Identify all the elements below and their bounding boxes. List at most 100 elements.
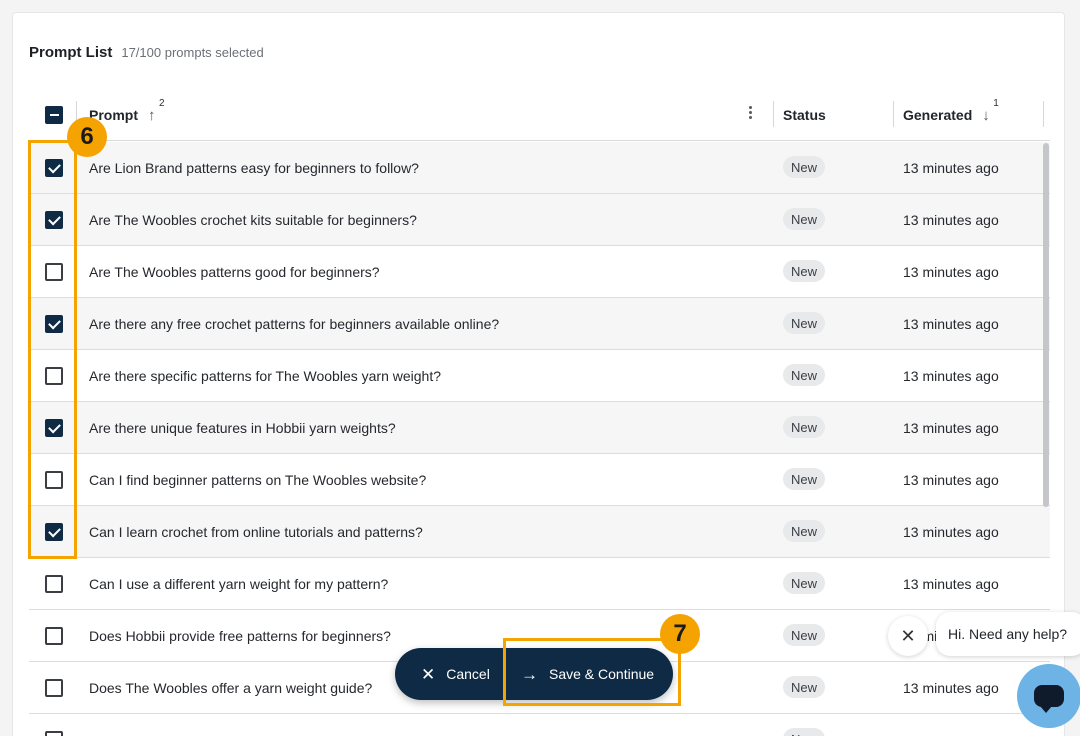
prompt-text: Are there any free crochet patterns for … — [89, 316, 500, 332]
table-row[interactable]: Can I find beginner patterns on The Woob… — [29, 454, 1050, 506]
prompt-text: Can I learn crochet from online tutorial… — [89, 524, 423, 540]
table-row[interactable]: Are there any free crochet patterns for … — [29, 298, 1050, 350]
prompt-text: Can I use a different yarn weight for my… — [89, 576, 389, 592]
column-divider[interactable] — [893, 101, 894, 127]
close-icon: ✕ — [900, 625, 916, 646]
row-checkbox-cell — [45, 627, 63, 645]
arrow-right-icon: → — [521, 664, 538, 684]
generated-time: 13 minutes ago — [903, 680, 999, 696]
row-checkbox[interactable] — [45, 315, 63, 333]
row-checkbox[interactable] — [45, 731, 63, 736]
column-header-status[interactable]: Status — [783, 89, 826, 141]
column-label-status: Status — [783, 107, 826, 123]
row-checkbox[interactable] — [45, 523, 63, 541]
list-header: Prompt List 17/100 prompts selected — [29, 44, 264, 61]
status-badge: New — [783, 676, 826, 698]
row-checkbox-cell — [45, 575, 63, 593]
row-checkbox-cell — [45, 367, 63, 385]
table-row[interactable]: Are The Woobles patterns good for beginn… — [29, 246, 1050, 298]
chat-dismiss-button[interactable]: ✕ — [888, 616, 928, 656]
status-badge: New — [783, 624, 826, 646]
prompt-text: Are The Woobles crochet kits suitable fo… — [89, 212, 417, 228]
selected-count: 17/100 prompts selected — [121, 45, 264, 60]
status-badge: New — [783, 468, 826, 490]
step-6-marker: 6 — [67, 117, 107, 157]
prompt-text: Are there specific patterns for The Woob… — [89, 368, 441, 384]
generated-time: 13 minutes ago — [903, 576, 999, 592]
table-row[interactable]: Are there unique features in Hobbii yarn… — [29, 402, 1050, 454]
column-menu-icon[interactable] — [749, 106, 753, 119]
generated-time: 13 minutes ago — [903, 264, 999, 280]
status-badge: New — [783, 728, 826, 736]
column-divider[interactable] — [1043, 101, 1044, 127]
save-continue-button[interactable]: → Save & Continue — [507, 648, 654, 700]
table-row[interactable]: New — [29, 714, 1050, 736]
row-checkbox-cell — [45, 315, 63, 333]
row-checkbox[interactable] — [45, 419, 63, 437]
prompt-text: Are The Woobles patterns good for beginn… — [89, 264, 380, 280]
chat-bubble-icon — [1034, 685, 1064, 713]
table-header: Prompt ↑ 2 Status Generated ↓ 1 — [29, 89, 1050, 141]
generated-time: 13 minutes ago — [903, 368, 999, 384]
row-checkbox[interactable] — [45, 575, 63, 593]
status-badge: New — [783, 312, 826, 334]
generated-time: 13 minutes ago — [903, 316, 999, 332]
row-checkbox-cell — [45, 523, 63, 541]
column-divider[interactable] — [773, 101, 774, 127]
table-row[interactable]: Are Lion Brand patterns easy for beginne… — [29, 142, 1050, 194]
status-badge: New — [783, 208, 826, 230]
prompt-text: Are Lion Brand patterns easy for beginne… — [89, 160, 419, 176]
generated-time: 13 minutes ago — [903, 420, 999, 436]
table-scrollbar[interactable] — [1043, 143, 1049, 507]
status-badge: New — [783, 260, 826, 282]
row-checkbox[interactable] — [45, 627, 63, 645]
status-badge: New — [783, 156, 826, 178]
prompt-text: Does Hobbii provide free patterns for be… — [89, 628, 391, 644]
select-all-cell — [45, 89, 63, 141]
chat-launcher-button[interactable] — [1017, 664, 1080, 728]
table-row[interactable]: Are The Woobles crochet kits suitable fo… — [29, 194, 1050, 246]
status-badge: New — [783, 572, 826, 594]
generated-time: 13 minutes ago — [903, 212, 999, 228]
row-checkbox-cell — [45, 263, 63, 281]
chat-greeting-bubble[interactable]: Hi. Need any help? — [936, 612, 1080, 656]
row-checkbox[interactable] — [45, 211, 63, 229]
prompt-text: Can I find beginner patterns on The Woob… — [89, 472, 427, 488]
prompt-text: Does The Woobles offer a yarn weight gui… — [89, 680, 373, 696]
select-all-checkbox[interactable] — [45, 106, 63, 124]
prompt-text: Are there unique features in Hobbii yarn… — [89, 420, 396, 436]
row-checkbox[interactable] — [45, 471, 63, 489]
table-row[interactable]: Can I use a different yarn weight for my… — [29, 558, 1050, 610]
floating-action-bar: ✕ Cancel → Save & Continue — [395, 648, 673, 700]
sort-order-badge: 2 — [158, 97, 165, 109]
row-checkbox[interactable] — [45, 263, 63, 281]
cancel-label: Cancel — [446, 666, 490, 682]
status-badge: New — [783, 520, 826, 542]
sort-order-badge: 1 — [993, 97, 999, 109]
row-checkbox[interactable] — [45, 679, 63, 697]
row-checkbox-cell — [45, 679, 63, 697]
column-header-generated[interactable]: Generated ↓ 1 — [903, 89, 999, 141]
column-label-generated: Generated — [903, 107, 973, 123]
list-title: Prompt List — [29, 44, 113, 61]
close-icon: ✕ — [421, 664, 436, 684]
save-label: Save & Continue — [549, 666, 655, 682]
row-checkbox[interactable] — [45, 159, 63, 177]
status-badge: New — [783, 364, 826, 386]
row-checkbox[interactable] — [45, 367, 63, 385]
row-checkbox-cell — [45, 419, 63, 437]
sort-asc-icon[interactable]: ↑ 2 — [148, 98, 165, 124]
row-checkbox-cell — [45, 159, 63, 177]
row-checkbox-cell — [45, 211, 63, 229]
step-7-marker: 7 — [660, 614, 700, 654]
row-checkbox-cell — [45, 471, 63, 489]
generated-time: 13 minutes ago — [903, 472, 999, 488]
chat-greeting-text: Hi. Need any help? — [948, 626, 1068, 642]
table-row[interactable]: Can I learn crochet from online tutorial… — [29, 506, 1050, 558]
generated-time: 13 minutes ago — [903, 160, 999, 176]
cancel-button[interactable]: ✕ Cancel — [395, 648, 507, 700]
row-checkbox-cell — [45, 731, 63, 736]
sort-desc-icon[interactable]: ↓ 1 — [982, 98, 999, 124]
status-badge: New — [783, 416, 826, 438]
table-row[interactable]: Are there specific patterns for The Woob… — [29, 350, 1050, 402]
